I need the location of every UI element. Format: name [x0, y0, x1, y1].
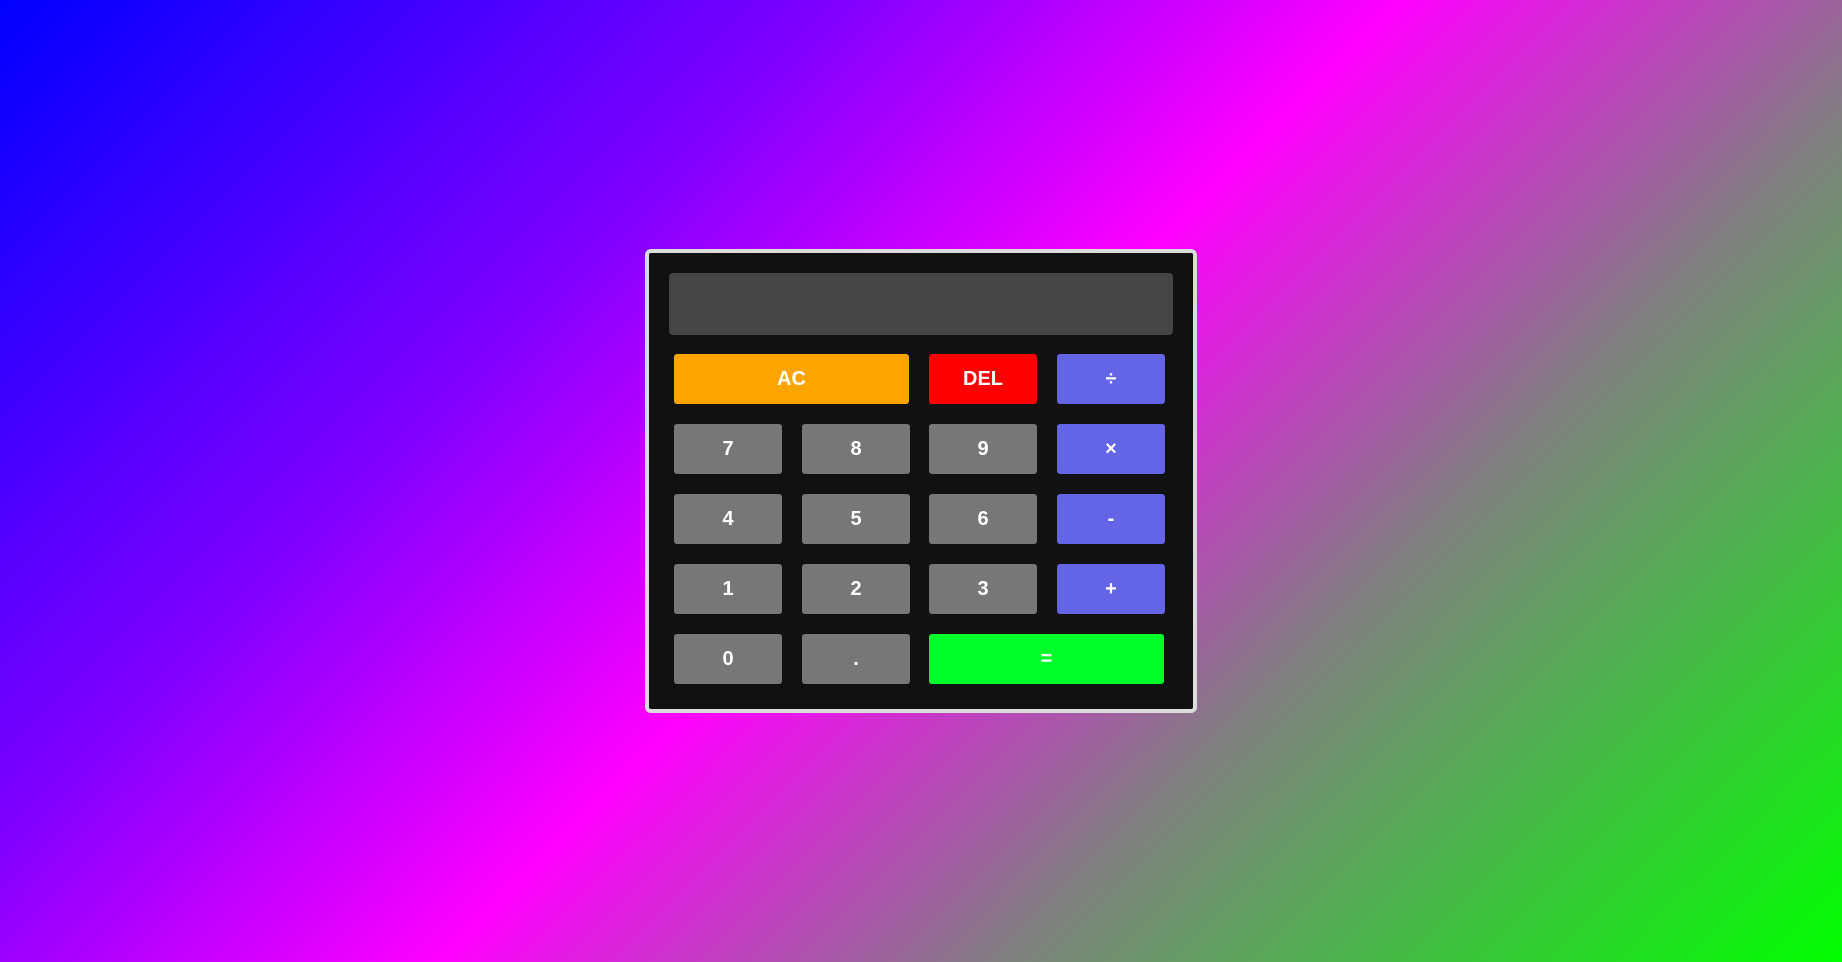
delete-button[interactable]: DEL [929, 354, 1037, 404]
digit-1-button[interactable]: 1 [674, 564, 782, 614]
digit-2-button[interactable]: 2 [802, 564, 910, 614]
digit-3-button[interactable]: 3 [929, 564, 1037, 614]
page-background: { "display": { "value": "" }, "buttons":… [0, 0, 1842, 962]
add-button[interactable]: + [1057, 564, 1165, 614]
digit-5-button[interactable]: 5 [802, 494, 910, 544]
digit-6-button[interactable]: 6 [929, 494, 1037, 544]
all-clear-button[interactable]: AC [674, 354, 909, 404]
decimal-point-button[interactable]: . [802, 634, 910, 684]
digit-8-button[interactable]: 8 [802, 424, 910, 474]
digit-9-button[interactable]: 9 [929, 424, 1037, 474]
multiply-button[interactable]: × [1057, 424, 1165, 474]
divide-button[interactable]: ÷ [1057, 354, 1165, 404]
subtract-button[interactable]: - [1057, 494, 1165, 544]
calculator: AC DEL ÷ 7 8 9 × 4 5 6 - 1 2 3 + 0 . = [645, 249, 1197, 713]
calculator-display [669, 273, 1173, 335]
digit-4-button[interactable]: 4 [674, 494, 782, 544]
digit-0-button[interactable]: 0 [674, 634, 782, 684]
equals-button[interactable]: = [929, 634, 1164, 684]
digit-7-button[interactable]: 7 [674, 424, 782, 474]
